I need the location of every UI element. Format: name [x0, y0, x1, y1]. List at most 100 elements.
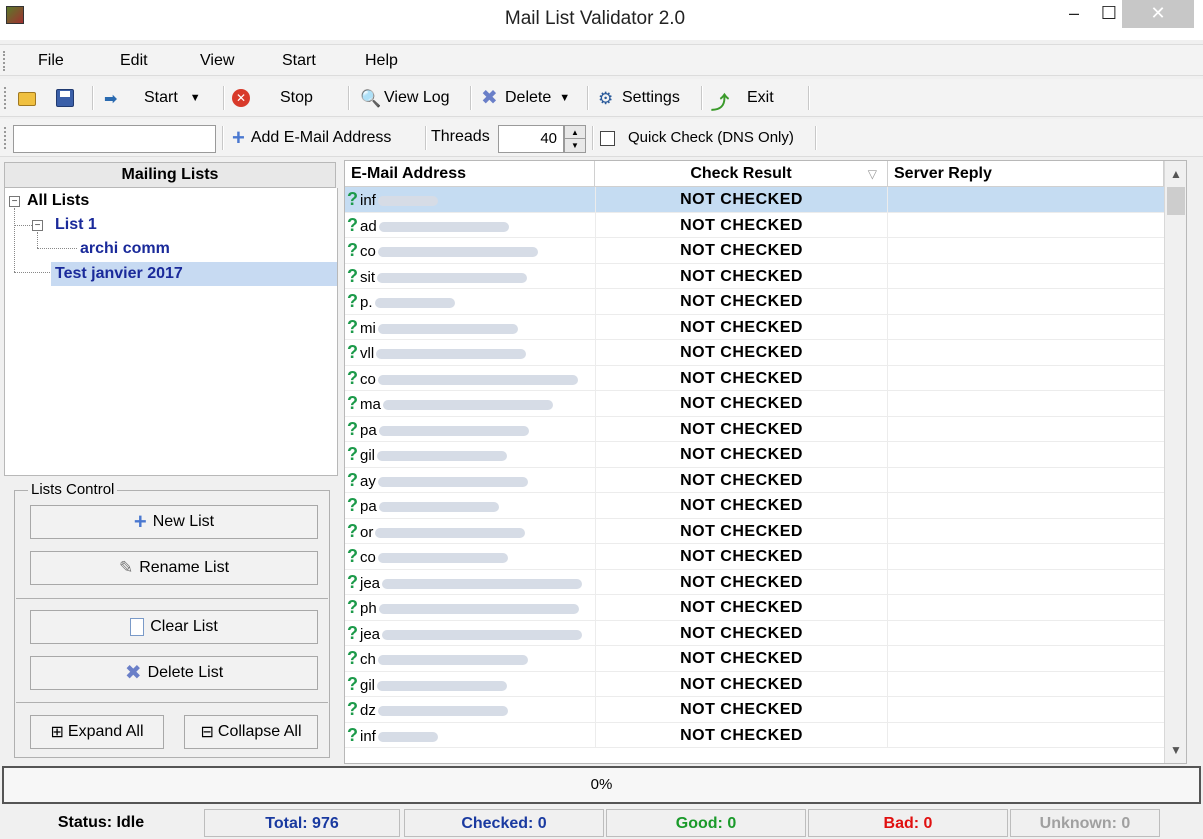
table-row[interactable]: ? gil NOT CHECKED [345, 442, 1164, 468]
server-reply-cell [888, 672, 1164, 697]
table-row[interactable]: ? jea NOT CHECKED [345, 569, 1164, 595]
table-row[interactable]: ? inf NOT CHECKED [345, 187, 1164, 213]
document-icon [130, 618, 145, 636]
server-reply-cell [888, 213, 1164, 238]
quick-check-checkbox[interactable] [600, 131, 615, 146]
toolbar-separator [348, 86, 350, 110]
spin-down-icon[interactable]: ▼ [565, 139, 585, 152]
close-button[interactable]: ✕ [1122, 0, 1194, 28]
tree-node-archi-comm[interactable]: archi comm [80, 240, 170, 258]
email-grid[interactable]: E-Mail Address Check Result ▽ Server Rep… [344, 160, 1187, 764]
check-result-cell: NOT CHECKED [595, 518, 888, 544]
collapse-list1-icon[interactable]: − [32, 220, 43, 231]
new-list-button[interactable]: + New List [30, 505, 318, 539]
scroll-thumb[interactable] [1167, 187, 1185, 215]
quick-check-label[interactable]: Quick Check (DNS Only) [628, 129, 794, 146]
menu-view[interactable]: View [200, 52, 234, 70]
table-row[interactable]: ? gil NOT CHECKED [345, 671, 1164, 697]
table-row[interactable]: ? dz NOT CHECKED [345, 697, 1164, 723]
column-header-email[interactable]: E-Mail Address [345, 161, 595, 187]
threads-spinner[interactable]: ▲ ▼ [564, 125, 586, 153]
toolbar-separator [592, 126, 594, 150]
server-reply-cell [888, 697, 1164, 722]
rename-list-button[interactable]: ✎ Rename List [30, 551, 318, 585]
table-row[interactable]: ? jea NOT CHECKED [345, 620, 1164, 646]
column-header-server-reply[interactable]: Server Reply [888, 161, 1164, 187]
question-mark-icon: ? [347, 495, 358, 515]
save-button[interactable] [56, 86, 74, 110]
email-cell: ? vll [345, 340, 595, 365]
resize-grip-icon[interactable] [1168, 815, 1196, 835]
delete-list-label: Delete List [147, 664, 224, 681]
delete-list-button[interactable]: ✖ Delete List [30, 656, 318, 690]
column-header-check-result[interactable]: Check Result ▽ [595, 161, 888, 187]
scroll-down-icon[interactable]: ▼ [1165, 739, 1187, 761]
blurred-email-text [378, 425, 529, 436]
table-row[interactable]: ? ch NOT CHECKED [345, 646, 1164, 672]
email-cell: ? jea [345, 570, 595, 595]
table-row[interactable]: ? mi NOT CHECKED [345, 314, 1164, 340]
table-row[interactable]: ? vll NOT CHECKED [345, 340, 1164, 366]
menu-file[interactable]: File [38, 52, 64, 70]
table-row[interactable]: ? or NOT CHECKED [345, 518, 1164, 544]
table-row[interactable]: ? co NOT CHECKED [345, 238, 1164, 264]
menu-edit[interactable]: Edit [120, 52, 148, 70]
menu-help[interactable]: Help [365, 52, 398, 70]
exit-button[interactable]: ⤴ Exit [711, 86, 774, 113]
delete-label: Delete [505, 89, 552, 106]
table-row[interactable]: ? ph NOT CHECKED [345, 595, 1164, 621]
stop-button[interactable]: ✕ Stop [232, 86, 313, 110]
add-email-button[interactable]: + Add E-Mail Address [232, 126, 391, 150]
question-mark-icon: ? [347, 367, 358, 388]
spin-up-icon[interactable]: ▲ [565, 126, 585, 139]
threads-input[interactable]: 40 [498, 125, 564, 153]
table-row[interactable]: ? inf NOT CHECKED [345, 722, 1164, 748]
expand-all-button[interactable]: ⊞ Expand All [30, 715, 164, 749]
collapse-all-lists-icon[interactable]: − [9, 196, 20, 207]
table-row[interactable]: ? co NOT CHECKED [345, 544, 1164, 570]
vertical-scrollbar[interactable]: ▲ ▼ [1164, 161, 1186, 763]
grid-rows: ? inf NOT CHECKED? ad NOT CHECKED? co NOT CHEC… [345, 187, 1164, 748]
blurred-email-text [377, 553, 508, 564]
table-row[interactable]: ? pa NOT CHECKED [345, 416, 1164, 442]
table-row[interactable]: ? ay NOT CHECKED [345, 467, 1164, 493]
settings-button[interactable]: ⚙ Settings [598, 86, 680, 110]
collapse-all-button[interactable]: ⊟ Collapse All [184, 715, 318, 749]
minimize-button[interactable]: – [1055, 0, 1093, 28]
rename-list-label: Rename List [139, 559, 230, 576]
blurred-email-text [377, 680, 508, 691]
tree-connector [14, 225, 32, 226]
mailing-lists-tree[interactable]: − All Lists − List 1 archi comm Test jan… [4, 188, 338, 476]
table-row[interactable]: ? p. NOT CHECKED [345, 289, 1164, 315]
open-button[interactable] [18, 86, 36, 110]
tree-node-all-lists[interactable]: All Lists [27, 192, 89, 210]
tree-node-test-janvier-2017[interactable]: Test janvier 2017 [51, 262, 337, 286]
server-reply-cell [888, 417, 1164, 442]
delete-button[interactable]: ✖ Delete ▼ [481, 86, 570, 110]
check-result-cell: NOT CHECKED [595, 722, 888, 748]
chevron-down-icon[interactable]: ▼ [559, 92, 570, 104]
blurred-email-text [377, 272, 527, 283]
check-result-cell: NOT CHECKED [595, 289, 888, 314]
table-row[interactable]: ? ma NOT CHECKED [345, 391, 1164, 417]
server-reply-cell [888, 519, 1164, 544]
scroll-up-icon[interactable]: ▲ [1165, 163, 1187, 185]
menu-start[interactable]: Start [282, 52, 316, 70]
table-row[interactable]: ? co NOT CHECKED [345, 365, 1164, 391]
delete-x-icon: ✖ [124, 662, 142, 684]
start-button[interactable]: ➡ Start ▼ [104, 86, 201, 110]
blurred-email-text [378, 221, 509, 232]
email-prefix: ch [360, 651, 376, 668]
clear-list-button[interactable]: Clear List [30, 610, 318, 644]
table-row[interactable]: ? pa NOT CHECKED [345, 493, 1164, 519]
tree-node-list-1[interactable]: List 1 [55, 216, 97, 234]
email-cell: ? ch [345, 646, 595, 671]
email-address-input[interactable] [13, 125, 216, 153]
lists-control-divider [16, 702, 328, 703]
table-row[interactable]: ? ad NOT CHECKED [345, 212, 1164, 238]
chevron-down-icon[interactable]: ▼ [190, 92, 201, 104]
blurred-email-text [377, 476, 528, 487]
table-row[interactable]: ? sit NOT CHECKED [345, 263, 1164, 289]
toolbar-separator [425, 126, 427, 150]
view-log-button[interactable]: 🔍 View Log [360, 86, 450, 110]
